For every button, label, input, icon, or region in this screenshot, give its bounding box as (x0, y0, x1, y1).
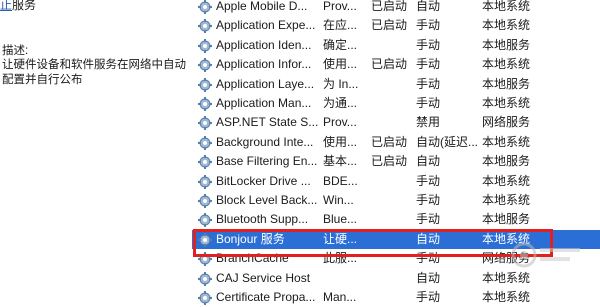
service-description: 基本... (323, 154, 358, 169)
service-description: Win... (323, 193, 354, 207)
service-row[interactable]: Base Filtering En... 基本... 已启动 自动 本地服务 (192, 152, 600, 171)
service-startup-type: 自动 (416, 154, 441, 169)
service-row[interactable]: Application Infor... 使用... 已启动 手动 本地系统 (192, 55, 600, 74)
highlight-annotation (193, 229, 553, 257)
service-name: Application Man... (216, 96, 312, 110)
gear-icon (198, 19, 212, 34)
service-description: 确定... (323, 37, 358, 52)
service-startup-type: 手动 (416, 290, 441, 304)
service-startup-type: 手动 (416, 18, 441, 33)
service-startup-type: 手动 (416, 96, 441, 110)
service-name: Base Filtering En... (216, 154, 318, 169)
gear-icon (198, 116, 212, 131)
gear-icon (198, 0, 212, 14)
service-description: 使用... (323, 134, 358, 149)
service-status: 已启动 (371, 134, 408, 149)
gear-icon (198, 174, 212, 189)
service-logon-as: 本地系统 (482, 193, 531, 207)
service-name: ASP.NET State S... (216, 115, 319, 130)
service-status: 已启动 (371, 57, 408, 72)
service-name: Bluetooth Supp... (216, 212, 309, 227)
service-description: Prov... (323, 0, 357, 13)
service-row[interactable]: Background Inte... 使用... 已启动 自动(延迟... 本地系统 (192, 133, 600, 152)
service-link-line: 止服务 (0, 0, 36, 13)
service-logon-as: 本地系统 (482, 134, 531, 149)
service-logon-as: 本地系统 (482, 0, 531, 13)
service-startup-type: 手动 (416, 37, 441, 52)
gear-icon (198, 97, 212, 111)
service-logon-as: 本地系统 (482, 18, 531, 33)
service-startup-type: 自动 (416, 270, 441, 285)
service-row[interactable]: CAJ Service Host 自动 本地系统 (192, 269, 600, 288)
gear-icon (198, 58, 212, 73)
service-logon-as: 本地系统 (482, 57, 531, 72)
service-logon-as: 本地服务 (482, 154, 531, 169)
gear-icon (198, 271, 212, 286)
gear-icon (198, 291, 212, 305)
watermark-logo (511, 242, 580, 268)
service-startup-type: 自动 (416, 0, 441, 13)
service-name: BitLocker Drive ... (216, 173, 311, 188)
gear-icon (198, 135, 212, 150)
service-description: 为通... (323, 96, 358, 110)
service-logon-as: 本地系统 (482, 270, 531, 285)
service-description: BDE... (323, 173, 358, 188)
service-row[interactable]: BitLocker Drive ... BDE... 手动 本地系统 (192, 172, 600, 191)
service-name: Apple Mobile D... (216, 0, 308, 13)
service-logon-as: 本地服务 (482, 76, 531, 91)
service-description: 为 In... (323, 76, 359, 91)
service-name: CAJ Service Host (216, 270, 311, 285)
service-startup-type: 禁用 (416, 115, 441, 130)
gear-icon (198, 38, 212, 53)
service-logon-as: 本地服务 (482, 212, 531, 227)
service-description: 在应... (323, 18, 358, 33)
service-name: Certificate Propa... (216, 290, 316, 304)
service-row[interactable]: Application Man... 为通... 手动 本地系统 (192, 94, 600, 113)
gear-icon (198, 77, 212, 92)
gear-icon (198, 155, 212, 170)
service-logon-as: 本地系统 (482, 290, 531, 304)
service-name: Application Expe... (216, 18, 316, 33)
service-row[interactable]: Application Iden... 确定... 手动 本地服务 (192, 36, 600, 55)
service-row[interactable]: Certificate Propa... Man... 手动 本地系统 (192, 288, 600, 307)
service-description: Blue... (323, 212, 358, 227)
service-name: Block Level Back... (216, 193, 318, 207)
service-link-prefix[interactable]: 止 (0, 0, 12, 12)
service-startup-type: 手动 (416, 212, 441, 227)
service-logon-as: 本地系统 (482, 173, 531, 188)
service-description: Man... (323, 290, 357, 304)
service-name: Application Iden... (216, 37, 312, 52)
service-row[interactable]: Apple Mobile D... Prov... 已启动 自动 本地系统 (192, 0, 600, 16)
service-description: Prov... (323, 115, 357, 130)
gear-icon (198, 194, 212, 208)
service-startup-type: 自动(延迟... (416, 134, 478, 149)
service-row[interactable]: ASP.NET State S... Prov... 禁用 网络服务 (192, 113, 600, 132)
service-status: 已启动 (371, 154, 408, 169)
service-name: Application Infor... (216, 57, 312, 72)
service-row[interactable]: Application Expe... 在应... 已启动 手动 本地系统 (192, 16, 600, 35)
service-name: Background Inte... (216, 134, 314, 149)
service-startup-type: 手动 (416, 76, 441, 91)
service-status: 已启动 (371, 18, 408, 33)
service-logon-as: 本地系统 (482, 96, 531, 110)
service-row[interactable]: Block Level Back... Win... 手动 本地系统 (192, 191, 600, 210)
gear-icon (198, 213, 212, 228)
service-name: Application Laye... (216, 76, 315, 91)
description-text: 让硬件设备和软件服务在网络中自动配置并自行公布 (2, 59, 186, 86)
service-logon-as: 网络服务 (482, 115, 531, 130)
description-label: 描述: (2, 45, 29, 57)
service-startup-type: 手动 (416, 193, 441, 207)
service-logon-as: 本地服务 (482, 37, 531, 52)
service-row[interactable]: Bluetooth Supp... Blue... 手动 本地服务 (192, 210, 600, 229)
service-status: 已启动 (371, 0, 408, 13)
service-link-label[interactable]: 服务 (12, 0, 36, 12)
service-startup-type: 手动 (416, 173, 441, 188)
service-startup-type: 手动 (416, 57, 441, 72)
service-description: 使用... (323, 57, 358, 72)
description-pane: 止服务 描述: 让硬件设备和软件服务在网络中自动配置并自行公布 (0, 0, 192, 300)
service-row[interactable]: Application Laye... 为 In... 手动 本地服务 (192, 75, 600, 94)
